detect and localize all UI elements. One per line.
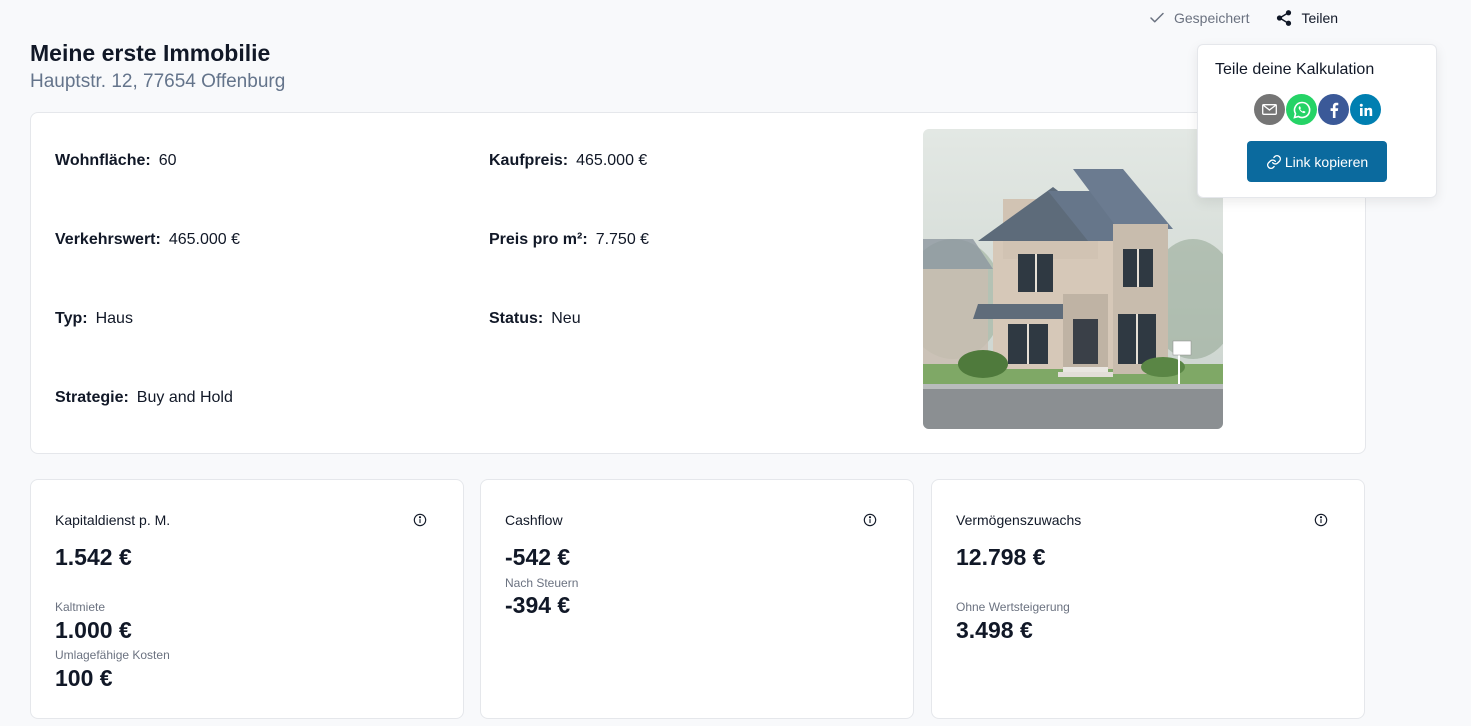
share-popover: Teile deine Kalkulation Link kopieren [1197, 44, 1437, 198]
share-label: Teilen [1301, 10, 1339, 26]
info-icon[interactable] [863, 513, 877, 527]
page-title: Meine erste Immobilie [30, 40, 271, 66]
field-typ: Typ: Haus [55, 310, 133, 328]
field-value: Haus [95, 310, 133, 327]
metric-sub-label: Kaltmiete [55, 600, 106, 614]
field-verkehrswert: Verkehrswert: 465.000 € [55, 231, 240, 249]
saved-label: Gespeichert [1174, 10, 1250, 26]
copy-link-button[interactable]: Link kopieren [1247, 141, 1387, 182]
metric-title: Kapitaldienst p. M. [55, 512, 171, 528]
facebook-share-button[interactable] [1318, 94, 1349, 125]
property-address: Hauptstr. 12, 77654 Offenburg [30, 71, 286, 92]
metric-card-kapitaldienst: Kapitaldienst p. M. 1.542 € Kaltmiete 1.… [30, 479, 464, 719]
metric-value: -542 € [505, 544, 571, 570]
check-icon [1150, 12, 1164, 23]
metric-value: 1.542 € [55, 544, 132, 570]
metric-sub-label: Nach Steuern [505, 576, 579, 590]
field-status: Status: Neu [489, 310, 581, 328]
metric-card-cashflow: Cashflow -542 € Nach Steuern -394 € [480, 479, 914, 719]
share-icon [1277, 10, 1292, 26]
mail-icon [1262, 104, 1277, 115]
field-strategie: Strategie: Buy and Hold [55, 389, 233, 407]
field-label: Wohnfläche: [55, 152, 151, 169]
saved-status: Gespeichert [1148, 9, 1249, 27]
top-actions: Gespeichert Teilen [1148, 9, 1338, 27]
metric-sub-label: Ohne Wertsteigerung [956, 600, 1070, 614]
field-value: Buy and Hold [136, 389, 233, 406]
property-info-card: Wohnfläche: 60 Kaufpreis: 465.000 € Verkeh… [30, 112, 1366, 454]
metric-card-vermoegenszuwachs: Vermögenszuwachs 12.798 € Ohne Wertsteig… [931, 479, 1365, 719]
copy-link-label: Link kopieren [1284, 153, 1369, 170]
field-value: 7.750 € [595, 231, 650, 248]
field-label: Verkehrswert: [55, 231, 161, 248]
field-label: Typ: [55, 310, 88, 327]
metric-title: Vermögenszuwachs [956, 512, 1082, 528]
info-icon[interactable] [413, 513, 427, 527]
share-button[interactable]: Teilen [1275, 9, 1338, 27]
metric-sub-label: Umlagefähige Kosten [55, 648, 170, 662]
property-image [923, 129, 1223, 429]
info-icon[interactable] [1314, 513, 1328, 527]
metric-sub-value: 100 € [55, 665, 113, 691]
whatsapp-share-button[interactable] [1286, 94, 1317, 125]
social-share-buttons [1254, 94, 1382, 125]
page: Gespeichert Teilen Meine erste Immobilie… [0, 0, 1471, 726]
field-value: 60 [158, 152, 177, 169]
metric-sub-value: 1.000 € [55, 617, 132, 643]
field-label: Preis pro m²: [489, 231, 588, 248]
field-label: Strategie: [55, 389, 129, 406]
field-wohnflaeche: Wohnfläche: 60 [55, 152, 177, 170]
field-value: Neu [551, 310, 581, 327]
share-popover-title: Teile deine Kalkulation [1215, 61, 1375, 78]
metric-sub-value: 3.498 € [956, 617, 1033, 643]
field-label: Status: [489, 310, 544, 327]
metric-title: Cashflow [505, 512, 563, 528]
facebook-icon [1330, 102, 1338, 118]
field-kaufpreis: Kaufpreis: 465.000 € [489, 152, 647, 170]
field-value: 465.000 € [576, 152, 648, 169]
whatsapp-icon [1292, 101, 1310, 119]
linkedin-icon [1359, 103, 1372, 116]
metric-sub-value: -394 € [505, 592, 571, 618]
email-share-button[interactable] [1254, 94, 1285, 125]
link-icon [1266, 154, 1281, 169]
linkedin-share-button[interactable] [1350, 94, 1381, 125]
field-value: 465.000 € [168, 231, 241, 248]
field-preis-pro-m2: Preis pro m²: 7.750 € [489, 231, 649, 249]
metric-value: 12.798 € [956, 544, 1046, 570]
field-label: Kaufpreis: [489, 152, 569, 169]
